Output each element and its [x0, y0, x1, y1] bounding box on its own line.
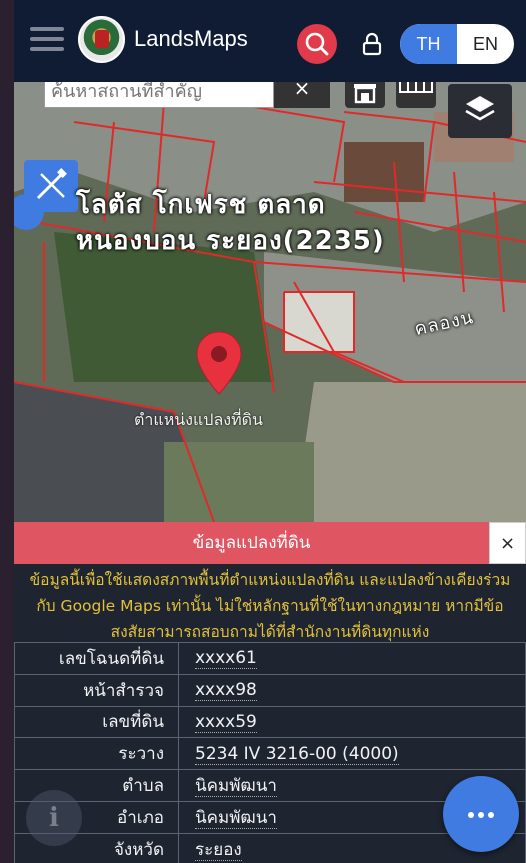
grid-button[interactable]	[396, 82, 436, 108]
info-icon[interactable]: i	[26, 790, 82, 846]
table-row: เลขโฉนดที่ดิน xxxx61	[14, 642, 526, 675]
language-toggle: TH EN	[400, 24, 514, 64]
location-pin-icon[interactable]	[194, 330, 244, 396]
field-value: xxxx59	[195, 711, 257, 733]
satellite-imagery	[14, 82, 526, 522]
field-value: ระยอง	[195, 839, 242, 861]
place-search-input[interactable]	[45, 82, 273, 107]
store-button[interactable]	[345, 82, 385, 108]
field-label: เลขโฉนดที่ดิน	[14, 642, 179, 675]
table-row: จังหวัด ระยอง	[14, 832, 526, 863]
field-label: ระวาง	[14, 737, 179, 771]
app-frame: LandsMaps TH EN ค้นหาสถานที่สำคัญ × โลตั…	[14, 0, 526, 863]
search-button[interactable]	[297, 24, 337, 64]
map-place-label-line1: โลตัส โกเฟรช ตลาด	[76, 190, 326, 220]
lang-en-button[interactable]: EN	[457, 24, 514, 64]
clear-search-button[interactable]: ×	[274, 82, 330, 108]
table-row: ระวาง 5234 IV 3216-00 (4000)	[14, 737, 526, 771]
login-button[interactable]	[359, 30, 385, 58]
table-row: เลขที่ดิน xxxx59	[14, 705, 526, 739]
field-value: xxxx98	[195, 680, 257, 702]
grid-icon	[399, 82, 433, 93]
field-label: เลขที่ดิน	[14, 705, 179, 739]
draw-button[interactable]	[24, 160, 78, 212]
lang-th-button[interactable]: TH	[400, 24, 457, 64]
search-icon	[305, 32, 329, 56]
field-value: นิคมพัฒนา	[195, 776, 277, 798]
table-row: หน้าสำรวจ xxxx98	[14, 673, 526, 707]
disclaimer-text: ข้อมูลนี้เพื่อใช้แสดงสภาพพื้นที่ตำแหน่งแ…	[29, 571, 511, 641]
field-value: 5234 IV 3216-00 (4000)	[195, 743, 399, 765]
lock-icon	[362, 32, 382, 56]
logo	[78, 16, 125, 63]
layers-button[interactable]	[448, 84, 512, 138]
panel-title: ข้อมูลแปลงที่ดิน	[14, 522, 489, 564]
place-search-box	[44, 82, 274, 108]
field-value: xxxx61	[195, 648, 257, 670]
layers-icon	[465, 96, 495, 121]
edit-icon	[36, 168, 67, 200]
brand-title: LandsMaps	[134, 26, 248, 51]
pin-label: ตำแหน่งแปลงที่ดิน	[134, 410, 263, 429]
map-view[interactable]: ×	[14, 82, 526, 522]
more-button[interactable]	[443, 776, 519, 852]
top-bar: LandsMaps TH EN	[14, 0, 526, 82]
store-icon	[354, 84, 376, 104]
field-value: นิคมพัฒนา	[195, 807, 277, 829]
close-panel-button[interactable]: ×	[489, 522, 526, 564]
map-place-label-line2: หนองบอน ระยอง(2235)	[76, 226, 385, 256]
field-label: หน้าสำรวจ	[14, 673, 179, 707]
close-icon: ×	[499, 533, 516, 554]
menu-icon[interactable]	[30, 27, 64, 53]
